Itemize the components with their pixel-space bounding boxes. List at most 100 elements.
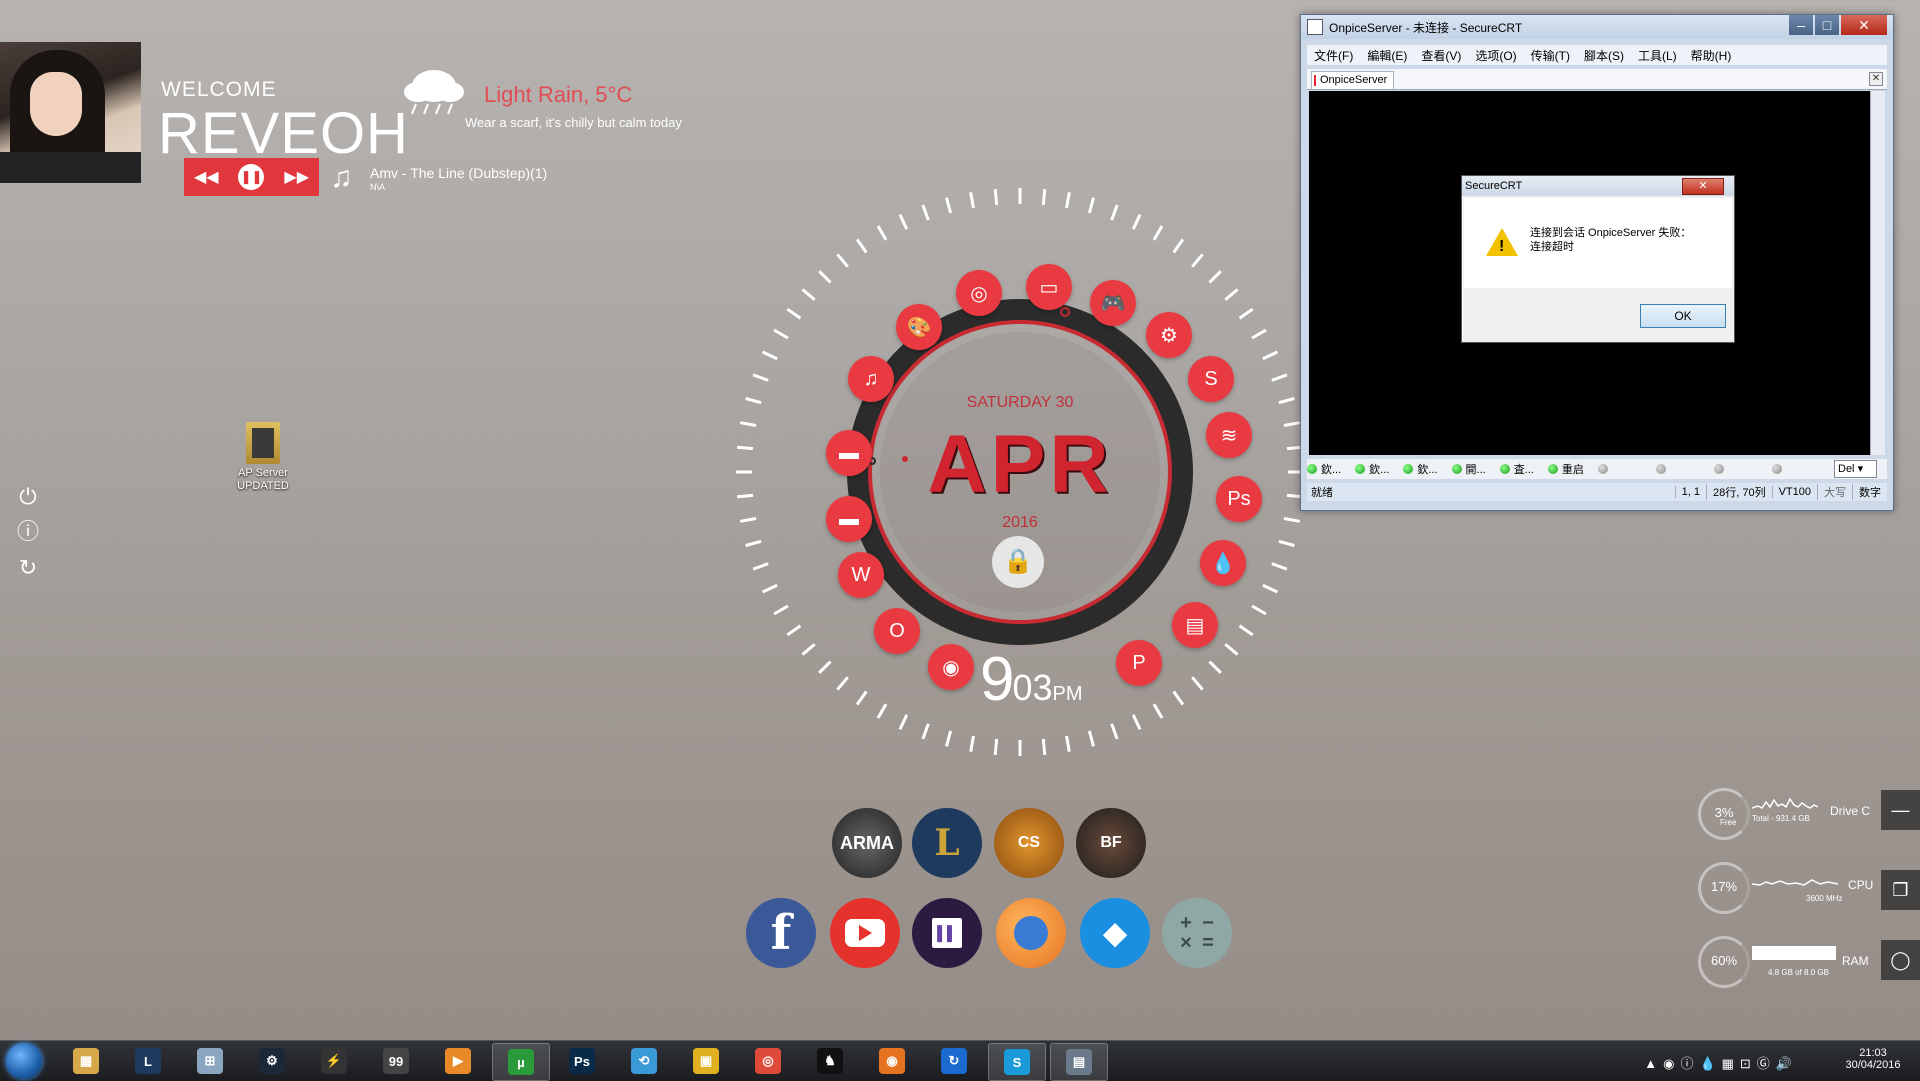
powerpoint-icon[interactable]: P <box>1116 640 1162 686</box>
username: REVEOH <box>158 101 409 166</box>
league-of-legends-icon[interactable]: L <box>912 808 982 878</box>
folder-icon-3[interactable]: ▬ <box>826 430 872 476</box>
maximize-button[interactable]: □ <box>1815 15 1839 35</box>
tray-clock[interactable]: 21:03 30/04/2016 <box>1838 1047 1908 1071</box>
start-button[interactable] <box>6 1043 42 1079</box>
previous-icon[interactable]: ◀◀ <box>194 167 219 187</box>
steam-icon[interactable]: ⚙ <box>1146 312 1192 358</box>
clock-tick <box>801 643 816 656</box>
counter-strike-icon[interactable]: CS <box>994 808 1064 878</box>
folder-icon-2[interactable]: ▬ <box>826 496 872 542</box>
button-bar-item[interactable]: 欽... <box>1307 461 1341 477</box>
folder-icon <box>246 422 280 464</box>
ram-toggle[interactable]: ◯ <box>1881 940 1920 980</box>
folder-music-icon[interactable]: ♫ <box>848 356 894 402</box>
key-select[interactable]: Del ▾ <box>1834 460 1877 478</box>
dialog-close-button[interactable]: ✕ <box>1682 178 1724 195</box>
word-icon[interactable]: W <box>838 552 884 598</box>
button-bar-item[interactable]: 査... <box>1499 461 1534 477</box>
arma-icon[interactable]: ARMA <box>832 808 902 878</box>
button-bar-item[interactable]: 欽... <box>1355 461 1389 477</box>
monitor-icon[interactable]: ▤ <box>1172 602 1218 648</box>
calculator-icon[interactable]: + − × = <box>1162 898 1232 968</box>
menu-file[interactable]: 文件(F) <box>1307 45 1360 65</box>
battlefield-icon[interactable]: BF <box>1076 808 1146 878</box>
button-bar-item[interactable]: 重启 <box>1547 461 1584 477</box>
chrome-icon[interactable]: ◎ <box>956 270 1002 316</box>
taskbar-media-player-button[interactable]: ▶ <box>430 1043 486 1079</box>
drive-toggle[interactable]: — <box>1881 790 1920 830</box>
button-bar-item[interactable] <box>1713 464 1728 474</box>
taskbar-winamp-button[interactable]: ⚡ <box>306 1043 362 1079</box>
firefox-icon: ◉ <box>879 1048 905 1074</box>
info-icon[interactable]: ⓘ <box>16 520 40 544</box>
session-tab[interactable]: OnpiceServer <box>1311 71 1395 89</box>
taskbar-photoshop-button[interactable]: Ps <box>554 1043 610 1079</box>
palette-icon[interactable]: 🎨 <box>896 304 942 350</box>
status-caps: 大写 <box>1817 484 1852 500</box>
taskbar-utorrent-button[interactable]: µ <box>492 1043 550 1081</box>
skype-icon[interactable]: S <box>1188 356 1234 402</box>
menu-edit[interactable]: 編輯(E) <box>1360 45 1414 65</box>
clock-tick <box>1271 562 1288 571</box>
facebook-icon[interactable]: f <box>746 898 816 968</box>
taskbar-chrome-button[interactable]: ◎ <box>740 1043 796 1079</box>
taskbar-league-button[interactable]: L <box>120 1043 176 1079</box>
close-button[interactable]: ✕ <box>1841 15 1887 35</box>
desktop-icon-ap-server[interactable]: AP Server UPDATED <box>237 422 289 493</box>
taskbar-terminal-button[interactable]: 99 <box>368 1043 424 1079</box>
menu-tools[interactable]: 工具(L) <box>1631 45 1684 65</box>
vertical-scrollbar[interactable] <box>1870 91 1885 455</box>
button-bar-item[interactable] <box>1655 464 1670 474</box>
menu-options[interactable]: 选项(O) <box>1468 45 1523 65</box>
tray-icons[interactable]: ▲◉ⓘ💧▦⊡Ⓖ🔊 <box>1644 1053 1798 1072</box>
menu-help[interactable]: 帮助(H) <box>1684 45 1739 65</box>
taskbar-skype-button[interactable]: S <box>988 1043 1046 1081</box>
menu-script[interactable]: 腳本(S) <box>1577 45 1631 65</box>
next-icon[interactable]: ▶▶ <box>284 167 309 187</box>
status-green-icon <box>1403 464 1414 474</box>
taskbar-update-button[interactable]: ↻ <box>926 1043 982 1079</box>
droplet-icon[interactable]: 💧 <box>1200 540 1246 586</box>
clock-minute: 03 <box>1012 667 1053 708</box>
spotify-icon[interactable]: ≋ <box>1206 412 1252 458</box>
twitch-icon[interactable]: ▌▌ <box>912 898 982 968</box>
gamepad-icon[interactable]: 🎮 <box>1090 280 1136 326</box>
outlook-icon[interactable]: O <box>874 608 920 654</box>
taskbar-network-button[interactable]: ⟲ <box>616 1043 672 1079</box>
clock-tick <box>1224 643 1239 656</box>
tab-close-icon[interactable]: ✕ <box>1869 72 1883 86</box>
taskbar-game-button[interactable]: ♞ <box>802 1043 858 1079</box>
minimize-button[interactable]: – <box>1789 15 1813 35</box>
taskbar-calculator-button[interactable]: ⊞ <box>182 1043 238 1079</box>
restart-icon[interactable]: ↻ <box>16 556 40 580</box>
pause-button[interactable]: ❚❚ <box>238 164 265 190</box>
firefox-icon[interactable] <box>996 898 1066 968</box>
taskbar-securecrt-button[interactable]: ▤ <box>1050 1043 1108 1081</box>
photoshop-icon[interactable]: Ps <box>1216 476 1262 522</box>
taskbar-virtualbox-button[interactable]: ▣ <box>678 1043 734 1079</box>
clock-tick <box>745 397 762 405</box>
folder-icon[interactable]: ▭ <box>1026 264 1072 310</box>
lock-icon[interactable]: 🔒 <box>992 536 1044 588</box>
origin-icon[interactable]: ◉ <box>928 644 974 690</box>
menu-view[interactable]: 查看(V) <box>1414 45 1468 65</box>
button-bar-item[interactable] <box>1597 464 1612 474</box>
cpu-toggle[interactable]: ❐ <box>1881 870 1920 910</box>
menu-transfer[interactable]: 传输(T) <box>1524 45 1577 65</box>
power-icon[interactable]: ⏻ <box>16 485 40 509</box>
taskbar-steam-button[interactable]: ⚙ <box>244 1043 300 1079</box>
button-bar-item[interactable]: 欽... <box>1403 461 1438 477</box>
button-bar-item[interactable]: 開... <box>1451 461 1486 477</box>
ok-button[interactable]: OK <box>1640 304 1726 328</box>
taskbar-firefox-button[interactable]: ◉ <box>864 1043 920 1079</box>
media-player-controls: ◀◀ ❚❚ ▶▶ <box>184 158 319 196</box>
dialog-titlebar[interactable]: SecureCRT ✕ <box>1462 176 1734 196</box>
button-bar-item[interactable] <box>1771 464 1786 474</box>
taskbar-explorer-button[interactable]: ▦ <box>58 1043 114 1079</box>
error-dialog: SecureCRT ✕ ! 连接到会话 OnpiceServer 失败： 连接超… <box>1461 175 1735 343</box>
dialog-body: ! 连接到会话 OnpiceServer 失败： 连接超时 <box>1464 198 1732 288</box>
dropbox-icon[interactable]: ◆ <box>1080 898 1150 968</box>
clock-tick <box>969 192 975 209</box>
youtube-icon[interactable] <box>830 898 900 968</box>
